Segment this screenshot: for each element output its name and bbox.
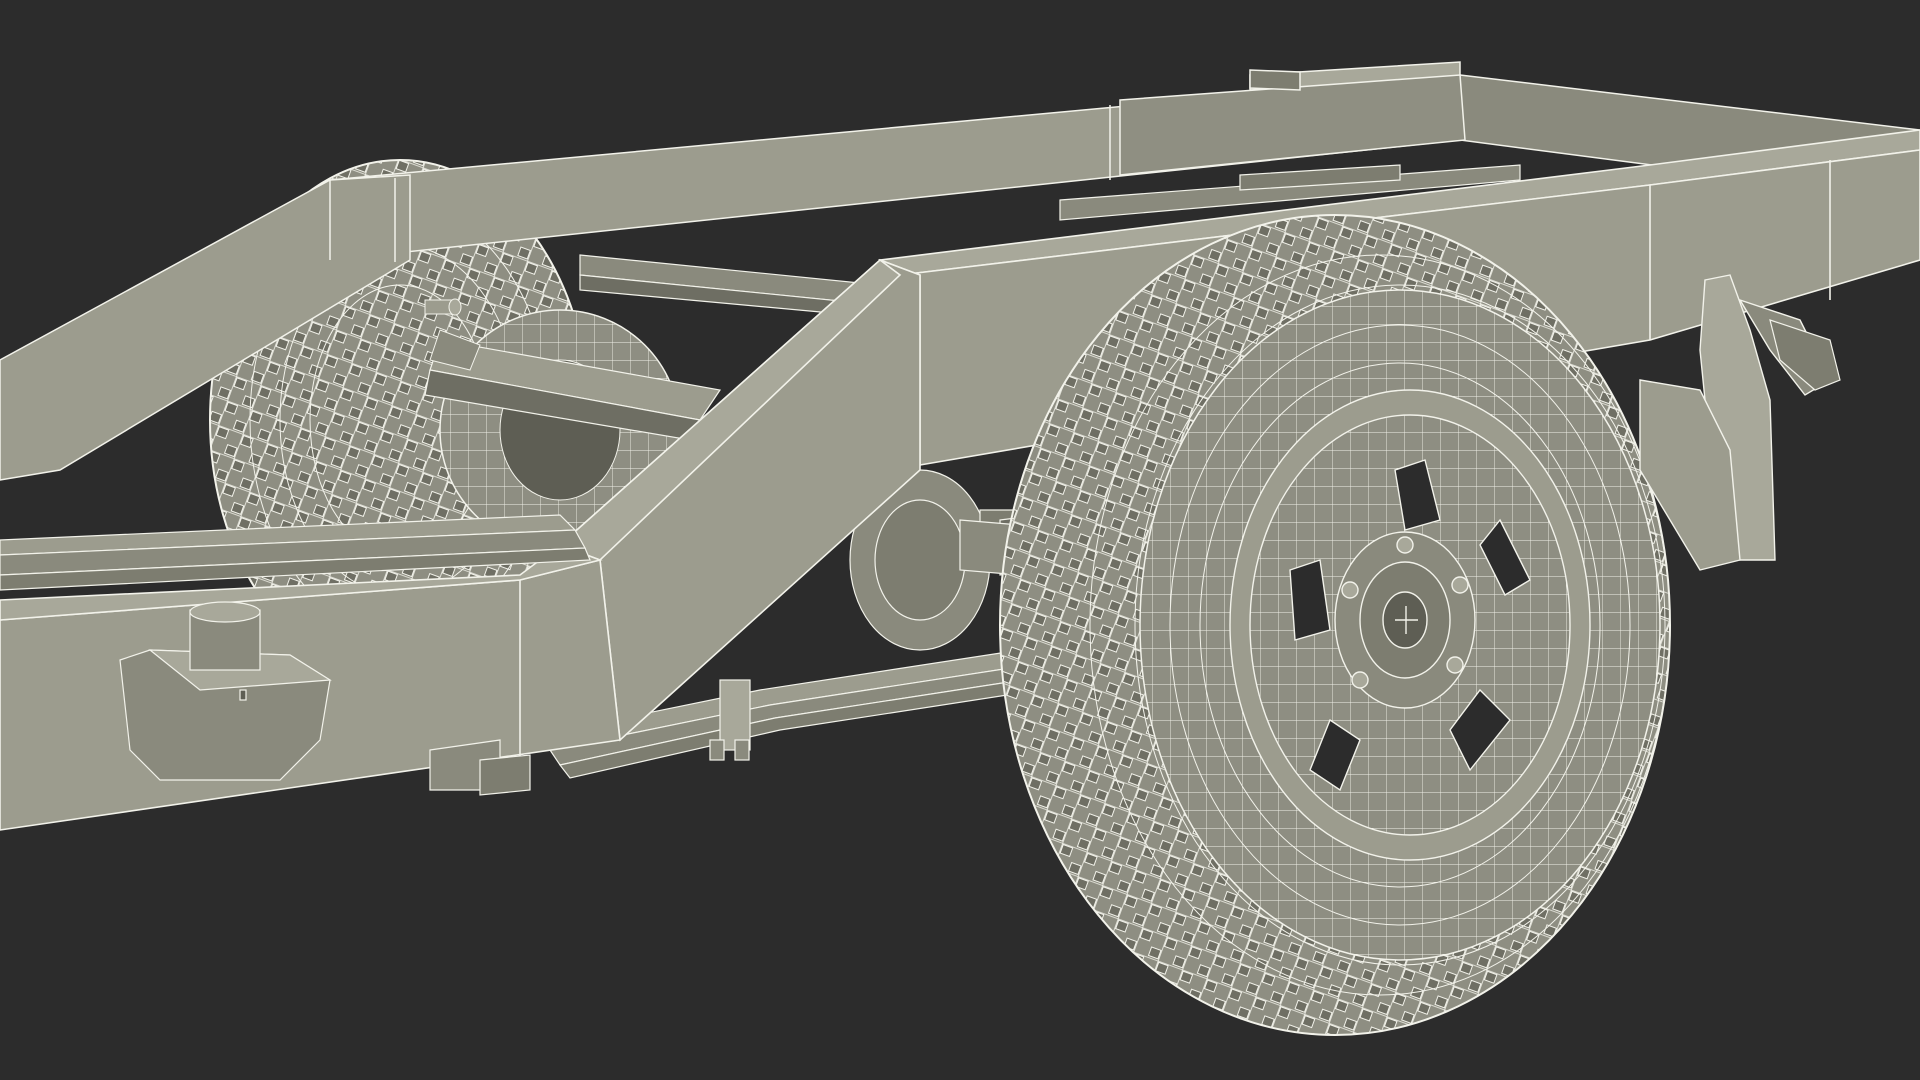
front-wheel-rim [1229,389,1591,861]
chassis-render [0,61,1920,1036]
render-viewport [0,0,1920,1080]
rear-upright [1119,69,1466,176]
